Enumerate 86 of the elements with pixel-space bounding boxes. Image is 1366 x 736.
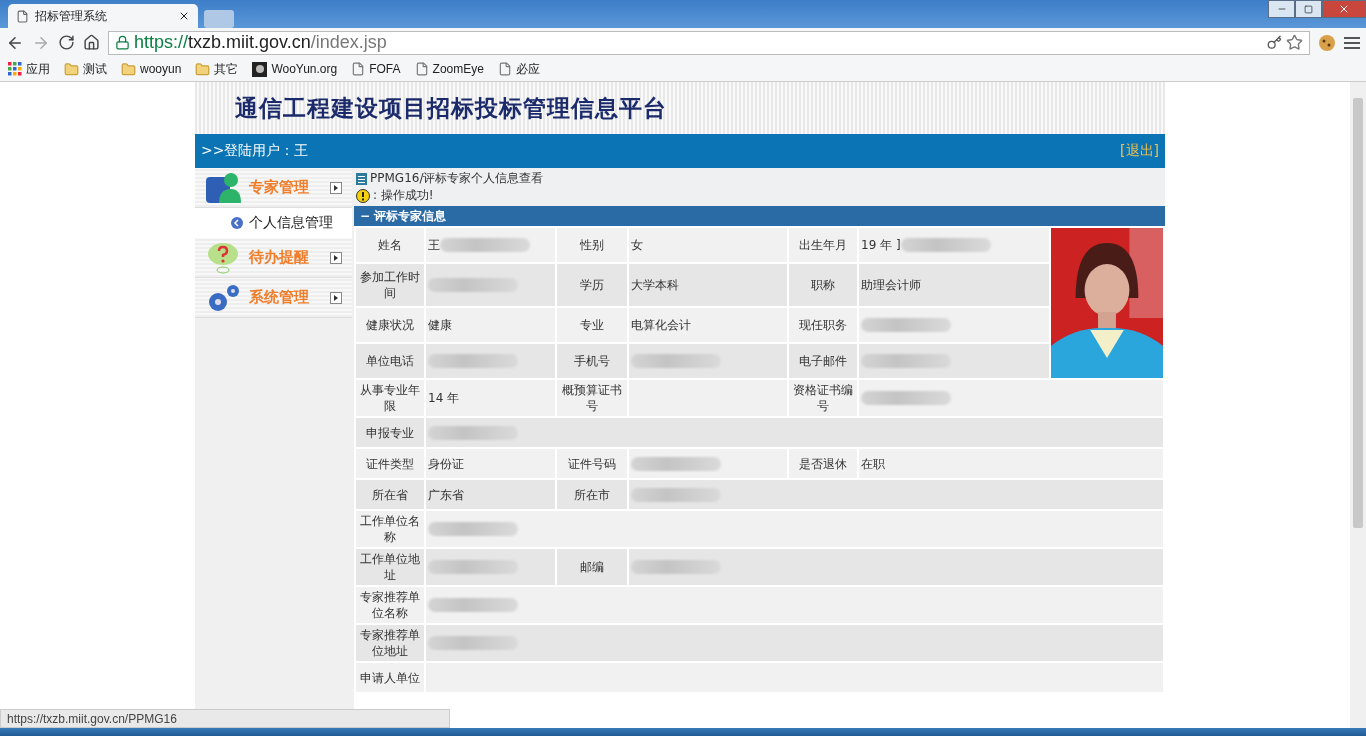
bookmark-link[interactable]: 测试 — [64, 60, 107, 78]
warning-icon — [356, 188, 370, 203]
field-value: 身份证 — [426, 449, 555, 478]
field-label: 姓名 — [356, 228, 424, 263]
close-icon — [1338, 3, 1350, 15]
address-bar[interactable]: https://txzb.miit.gov.cn/index.jsp — [108, 30, 1310, 55]
logged-in-user: >>登陆用户：王 — [201, 142, 309, 160]
field-value: 19 年 ] — [859, 228, 1049, 263]
page-icon — [414, 62, 429, 76]
field-label: 申报专业 — [356, 418, 424, 447]
field-label: 电子邮件 — [789, 343, 857, 378]
expand-icon[interactable] — [330, 291, 342, 304]
field-label: 健康状况 — [356, 307, 424, 342]
field-label: 专业 — [557, 307, 627, 342]
people-icon — [205, 170, 241, 205]
browser-tab[interactable]: 招标管理系统 — [8, 4, 198, 28]
field-label: 证件号码 — [557, 449, 627, 478]
bookmark-link[interactable]: wooyun — [121, 61, 182, 77]
minimize-button[interactable] — [1268, 0, 1295, 18]
field-label: 现任职务 — [789, 307, 857, 342]
folder-icon — [195, 61, 211, 77]
field-label: 职称 — [789, 264, 857, 306]
field-label: 所在市 — [557, 480, 627, 509]
bookmark-link[interactable]: ZoomEye — [414, 62, 484, 76]
page-icon — [497, 62, 512, 76]
cookie-icon[interactable] — [1318, 33, 1336, 52]
maximize-button[interactable] — [1295, 0, 1322, 18]
menu-icon[interactable] — [1344, 35, 1360, 50]
page-icon — [351, 62, 366, 76]
field-value: 王 — [426, 228, 555, 263]
reload-icon[interactable] — [58, 34, 75, 51]
field-value: 在职 — [859, 449, 1163, 478]
home-icon[interactable] — [83, 34, 100, 51]
question-bubble-icon — [205, 240, 241, 275]
field-label: 工作单位名称 — [356, 511, 424, 547]
success-message: : 操作成功! — [373, 187, 434, 204]
field-label: 概预算证书号 — [557, 380, 627, 416]
expand-icon[interactable] — [330, 251, 342, 264]
star-icon[interactable] — [1286, 34, 1303, 51]
field-label: 从事专业年限 — [356, 380, 424, 416]
field-label: 出生年月 — [789, 228, 857, 263]
folder-icon — [121, 61, 136, 77]
field-label: 专家推荐单位地址 — [356, 625, 424, 661]
apps-icon — [8, 62, 22, 76]
field-value: 广东省 — [426, 480, 555, 509]
bookmark-link[interactable]: 必应 — [497, 60, 540, 78]
field-value: 14 年 — [426, 380, 555, 416]
field-label: 邮编 — [557, 549, 627, 585]
collapse-toggle[interactable]: − — [360, 209, 371, 223]
field-value: 电算化会计 — [629, 307, 787, 342]
close-icon[interactable] — [178, 10, 190, 22]
field-value: 女 — [629, 228, 787, 263]
field-value: 助理会计师 — [859, 264, 1049, 306]
field-label: 单位电话 — [356, 343, 424, 378]
bookmark-link[interactable]: WooYun.org — [252, 61, 338, 77]
lock-icon — [115, 35, 130, 50]
arrow-circle-icon — [231, 217, 243, 229]
bookmark-link[interactable]: FOFA — [351, 62, 401, 76]
breadcrumb: PPMG16/评标专家个人信息查看 — [370, 170, 544, 187]
list-icon — [356, 172, 367, 185]
folder-icon — [64, 61, 79, 77]
field-label: 性别 — [557, 228, 627, 263]
field-value: 大学本科 — [629, 264, 787, 306]
field-label: 证件类型 — [356, 449, 424, 478]
maximize-icon — [1304, 4, 1313, 14]
bookmark-link[interactable]: 其它 — [195, 60, 239, 78]
field-value: 健康 — [426, 307, 555, 342]
bookmark-link[interactable]: 应用 — [8, 60, 50, 78]
field-label: 手机号 — [557, 343, 627, 378]
submenu-item[interactable]: 个人信息管理 — [195, 208, 352, 238]
site-icon — [252, 61, 268, 77]
field-label: 是否退休 — [789, 449, 857, 478]
field-label: 专家推荐单位名称 — [356, 587, 424, 623]
field-label: 申请人单位 — [356, 663, 424, 692]
scrollbar[interactable] — [1350, 82, 1366, 728]
field-label: 参加工作时间 — [356, 264, 424, 306]
site-title: 通信工程建设项目招标投标管理信息平台 — [235, 92, 667, 123]
section-title: 评标专家信息 — [374, 207, 447, 225]
field-label: 学历 — [557, 264, 627, 306]
field-label: 资格证书编号 — [789, 380, 857, 416]
page-icon — [16, 9, 29, 23]
field-label: 所在省 — [356, 480, 424, 509]
status-url: https://txzb.miit.gov.cn/PPMG16 — [0, 709, 450, 728]
key-icon[interactable] — [1267, 35, 1282, 50]
field-label: 工作单位地址 — [356, 549, 424, 585]
expand-icon[interactable] — [330, 181, 342, 194]
